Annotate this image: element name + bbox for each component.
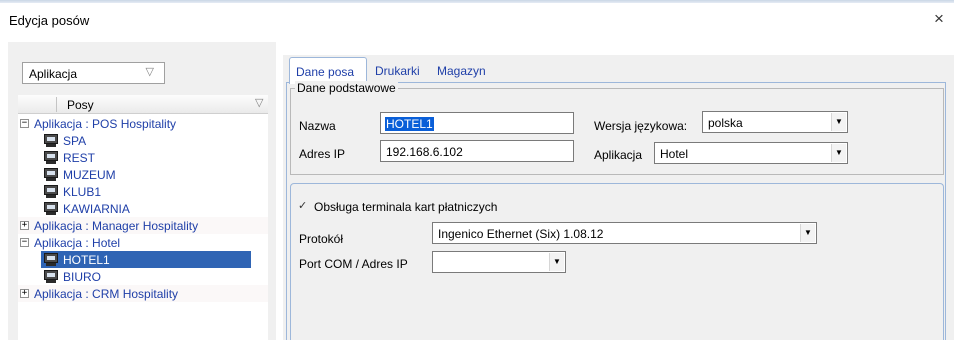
tree-leaf-label: SPA <box>63 134 87 148</box>
tree-leaf-label: HOTEL1 <box>63 253 110 267</box>
tab-dane-posa[interactable]: Dane posa <box>289 57 367 84</box>
dropdown-arrow-icon[interactable]: ▼ <box>831 113 846 131</box>
window-title: Edycja posów <box>9 13 90 28</box>
column-separator <box>56 97 57 112</box>
ip-field[interactable]: 192.168.6.102 <box>380 140 574 162</box>
left-panel: Aplikacja ▽ Posy ▽ − Aplikacja : POS Hos… <box>8 42 276 340</box>
expand-icon[interactable]: + <box>20 289 29 298</box>
computer-icon <box>43 270 59 283</box>
computer-icon <box>43 134 59 147</box>
protocol-label: Protokół <box>299 232 344 246</box>
application-value: Hotel <box>660 147 689 161</box>
terminal-checkbox-label: Obsługa terminala kart płatniczych <box>314 200 498 214</box>
application-label: Aplikacja <box>594 148 643 162</box>
protocol-value: Ingenico Ethernet (Six) 1.08.12 <box>438 227 604 241</box>
tree-group[interactable]: + Aplikacja : CRM Hospitality <box>18 285 268 302</box>
tab-label: Magazyn <box>437 64 486 78</box>
name-value: HOTEL1 <box>385 117 434 131</box>
ip-value: 192.168.6.102 <box>386 145 463 159</box>
computer-icon <box>43 253 59 266</box>
collapse-icon[interactable]: − <box>20 238 29 247</box>
tree-header[interactable]: Posy ▽ <box>18 95 268 114</box>
protocol-select[interactable]: Ingenico Ethernet (Six) 1.08.12 ▼ <box>432 222 817 244</box>
computer-icon <box>43 202 59 215</box>
tree-group-label: Aplikacja : Manager Hospitality <box>34 219 199 233</box>
dropdown-arrow-icon[interactable]: ▼ <box>549 253 564 271</box>
tree-leaf-label: BIURO <box>63 270 102 284</box>
computer-icon <box>43 151 59 164</box>
dropdown-arrow-icon[interactable]: ▼ <box>831 144 846 162</box>
title-bar: Edycja posów × <box>0 0 954 40</box>
pos-tree[interactable]: Posy ▽ − Aplikacja : POS Hospitality SPA… <box>18 95 268 340</box>
tree-leaf-label: KAWIARNIA <box>63 202 130 216</box>
computer-icon <box>43 185 59 198</box>
checkmark-icon: ✓ <box>298 200 308 212</box>
sort-arrow-icon: ▽ <box>255 97 264 109</box>
tree-leaf-label: KLUB1 <box>63 185 102 199</box>
tree-group[interactable]: + Aplikacja : Manager Hospitality <box>18 217 268 234</box>
group-by-value: Aplikacja <box>29 67 78 81</box>
tab-label: Dane posa <box>296 65 355 79</box>
tree-group-label: Aplikacja : CRM Hospitality <box>34 287 179 301</box>
tree-leaf-label: MUZEUM <box>63 168 116 182</box>
chevron-down-icon: ▽ <box>145 66 154 78</box>
tree-group-label: Aplikacja : POS Hospitality <box>34 117 177 131</box>
group-legend: Dane podstawowe <box>295 81 398 95</box>
tree-group-label: Aplikacja : Hotel <box>34 236 121 250</box>
tree-header-label: Posy <box>67 98 94 112</box>
port-select[interactable]: ▼ <box>432 251 566 273</box>
tree-leaf-selected[interactable]: HOTEL1 <box>41 251 251 268</box>
dropdown-arrow-icon[interactable]: ▼ <box>800 224 815 242</box>
tab-label: Drukarki <box>375 64 420 78</box>
port-label: Port COM / Adres IP <box>299 257 408 271</box>
window-top-border <box>0 0 954 3</box>
tab-drukarki[interactable]: Drukarki <box>369 57 431 84</box>
expand-icon[interactable]: + <box>20 221 29 230</box>
language-select[interactable]: polska ▼ <box>702 111 848 133</box>
close-icon[interactable]: × <box>930 10 948 28</box>
collapse-icon[interactable]: − <box>20 119 29 128</box>
ip-label: Adres IP <box>299 147 346 161</box>
tab-magazyn[interactable]: Magazyn <box>431 57 495 84</box>
name-label: Nazwa <box>299 119 336 133</box>
application-select[interactable]: Hotel ▼ <box>654 142 848 164</box>
name-field[interactable]: HOTEL1 <box>380 112 574 134</box>
computer-icon <box>43 168 59 181</box>
tree-leaf-label: REST <box>63 151 96 165</box>
group-by-combo[interactable]: Aplikacja ▽ <box>22 62 165 84</box>
language-value: polska <box>708 116 743 130</box>
language-label: Wersja językowa: <box>594 119 688 133</box>
